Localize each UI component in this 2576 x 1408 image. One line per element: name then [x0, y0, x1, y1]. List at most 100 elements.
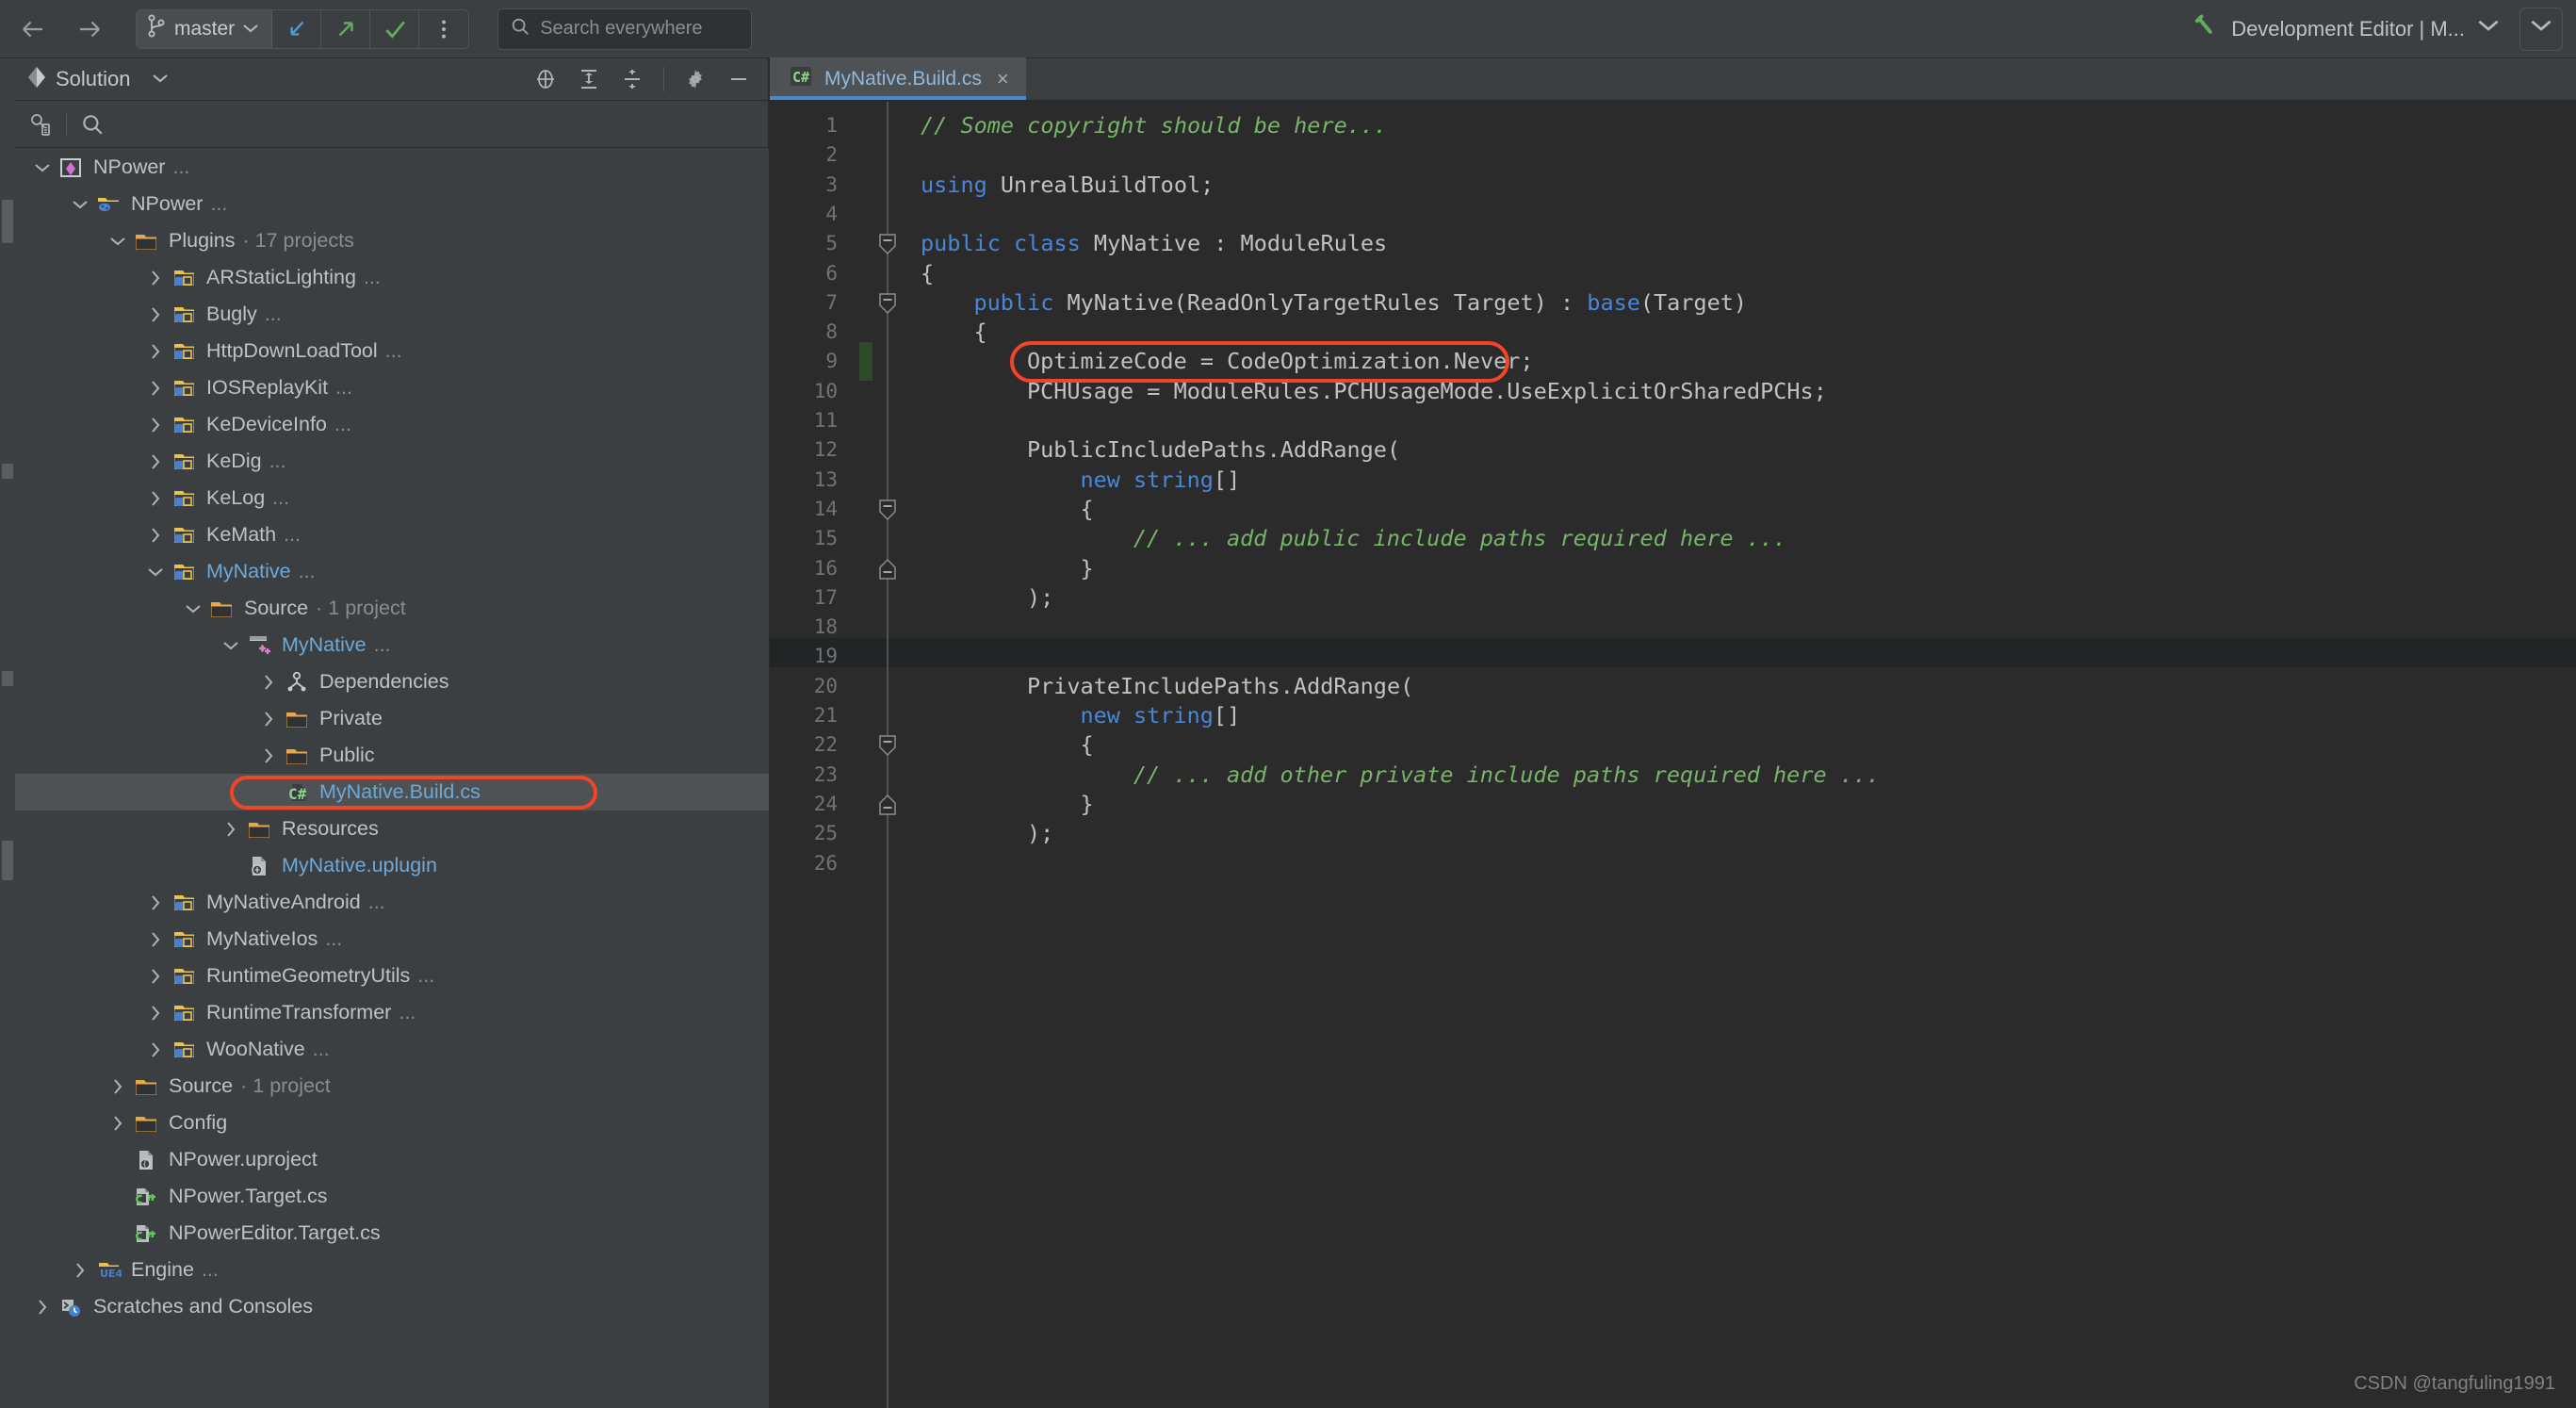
chevron-right-icon[interactable]: [141, 301, 170, 329]
commit-checkmark-icon[interactable]: [370, 9, 420, 48]
update-project-icon[interactable]: [272, 9, 322, 48]
plugin-icon: [170, 999, 198, 1027]
solution-title-group[interactable]: Solution: [26, 66, 168, 93]
chevron-down-icon[interactable]: [66, 190, 94, 219]
tab-mynative-build-cs[interactable]: C# MyNative.Build.cs ×: [770, 57, 1026, 100]
chevron-right-icon[interactable]: [141, 264, 170, 292]
tree-item[interactable]: Bugly...: [15, 296, 769, 333]
fold-collapse-icon[interactable]: [877, 233, 898, 255]
search-everywhere-field[interactable]: Search everywhere: [497, 8, 753, 50]
tree-item[interactable]: NPower...: [15, 149, 769, 186]
chevron-right-icon[interactable]: [217, 815, 245, 843]
chevron-right-icon[interactable]: [254, 668, 283, 696]
chevron-right-icon[interactable]: [141, 337, 170, 366]
fold-end-icon[interactable]: [877, 558, 898, 580]
tree-item[interactable]: MyNativeIos...: [15, 921, 769, 958]
solution-tree[interactable]: NPower... NPower... Plugins · 17 projects …: [15, 149, 769, 1408]
fold-collapse-icon[interactable]: [877, 292, 898, 314]
locate-target-icon[interactable]: [533, 67, 558, 91]
vcs-change-marker[interactable]: [859, 342, 872, 381]
chevron-right-icon[interactable]: [141, 484, 170, 513]
tree-item[interactable]: Scratches and Consoles: [15, 1288, 769, 1325]
chevron-down-icon[interactable]: [28, 154, 57, 182]
chevron-right-icon[interactable]: [66, 1256, 94, 1285]
tree-item[interactable]: IOSReplayKit...: [15, 369, 769, 406]
chevron-right-icon[interactable]: [141, 889, 170, 917]
code-token: );: [1026, 820, 1054, 847]
tree-item[interactable]: Config: [15, 1105, 769, 1141]
tree-item[interactable]: MyNative.uplugin: [15, 847, 769, 884]
tree-item[interactable]: KeDeviceInfo...: [15, 406, 769, 443]
close-icon[interactable]: ×: [997, 67, 1009, 91]
tree-item[interactable]: NPower.Target.cs: [15, 1178, 769, 1215]
chevron-right-icon[interactable]: [141, 999, 170, 1027]
line-number-gutter: 1 2 3 4 5 6 7 8 9 10 11 12 13 14 15 16 17 18 19 20 21 22 23 24 2…: [770, 102, 855, 1408]
collapse-all-icon[interactable]: [620, 67, 644, 91]
tree-item[interactable]: Source · 1 project: [15, 1068, 769, 1105]
tree-item[interactable]: KeMath...: [15, 516, 769, 553]
tree-item[interactable]: WooNative...: [15, 1031, 769, 1068]
chevron-right-icon[interactable]: [141, 962, 170, 991]
chevron-right-icon[interactable]: [254, 705, 283, 733]
chevron-right-icon[interactable]: [254, 742, 283, 770]
chevron-down-icon[interactable]: [104, 227, 132, 255]
minimize-icon[interactable]: [726, 67, 751, 91]
tree-item-suffix: ...: [284, 523, 302, 546]
tree-item-selected[interactable]: C# MyNative.Build.cs: [15, 774, 769, 810]
tree-item[interactable]: NPowerEditor.Target.cs: [15, 1215, 769, 1252]
tree-item[interactable]: RuntimeTransformer...: [15, 994, 769, 1031]
more-vertical-icon[interactable]: [419, 10, 468, 48]
chevron-down-icon[interactable]: [152, 71, 168, 88]
tree-item[interactable]: HttpDownLoadTool...: [15, 333, 769, 369]
chevron-right-icon[interactable]: [141, 411, 170, 439]
tree-item[interactable]: Plugins · 17 projects: [15, 222, 769, 259]
code-folding-gutter[interactable]: [855, 102, 921, 1408]
chevron-down-icon[interactable]: [141, 558, 170, 586]
chevron-down-icon[interactable]: [179, 595, 207, 623]
chevron-right-icon[interactable]: [104, 1072, 132, 1101]
fold-end-icon[interactable]: [877, 794, 898, 815]
tree-item[interactable]: Source · 1 project: [15, 590, 769, 627]
settings-gear-icon[interactable]: [683, 67, 708, 91]
tree-item[interactable]: KeDig...: [15, 443, 769, 480]
chevron-down-icon[interactable]: [217, 631, 245, 660]
sync-with-editor-icon[interactable]: [15, 101, 66, 148]
chevron-right-icon[interactable]: [141, 1036, 170, 1064]
tree-item[interactable]: Dependencies: [15, 663, 769, 700]
tree-item[interactable]: NPower...: [15, 186, 769, 222]
tree-item[interactable]: Resources: [15, 810, 769, 847]
chevron-right-icon[interactable]: [28, 1293, 57, 1321]
expand-all-icon[interactable]: [577, 67, 601, 91]
tree-item[interactable]: {} NPower.uproject: [15, 1141, 769, 1178]
chevron-right-icon[interactable]: [141, 521, 170, 549]
arrow-right-icon[interactable]: [73, 13, 106, 45]
run-configuration-selector[interactable]: Development Editor | M...: [2180, 8, 2510, 50]
tree-item[interactable]: Public: [15, 737, 769, 774]
left-tool-window-strip[interactable]: [0, 58, 15, 1408]
tree-item[interactable]: UE4 Engine...: [15, 1252, 769, 1288]
tree-item[interactable]: ARStaticLighting...: [15, 259, 769, 296]
toolbar-options-button[interactable]: [2519, 7, 2563, 51]
fold-collapse-icon[interactable]: [877, 734, 898, 757]
tree-item[interactable]: MyNative...: [15, 627, 769, 663]
tree-item[interactable]: RuntimeGeometryUtils...: [15, 958, 769, 994]
tree-item[interactable]: Private: [15, 700, 769, 737]
chevron-right-icon[interactable]: [104, 1109, 132, 1138]
folder-icon: [132, 1072, 160, 1101]
arrow-left-icon[interactable]: [17, 13, 49, 45]
git-branch-button[interactable]: master: [137, 9, 273, 48]
chevron-right-icon[interactable]: [141, 925, 170, 954]
chevron-right-icon[interactable]: [141, 448, 170, 476]
fold-collapse-icon[interactable]: [877, 499, 898, 520]
chevron-right-icon[interactable]: [141, 374, 170, 402]
tree-item-label: HttpDownLoadTool: [206, 339, 378, 362]
main-toolbar: master Search everywhere Development Edi…: [0, 0, 2576, 58]
code-editor[interactable]: 1 2 3 4 5 6 7 8 9 10 11 12 13 14 15 16 17 18 19 20 21 22 23 24 2…: [770, 102, 2576, 1408]
tree-item[interactable]: MyNativeAndroid...: [15, 884, 769, 921]
code-line: // Some copyright should be here...: [921, 111, 1387, 140]
push-commits-icon[interactable]: [321, 9, 371, 48]
search-icon[interactable]: [67, 101, 118, 148]
tree-item[interactable]: KeLog...: [15, 480, 769, 516]
tree-item[interactable]: MyNative...: [15, 553, 769, 590]
